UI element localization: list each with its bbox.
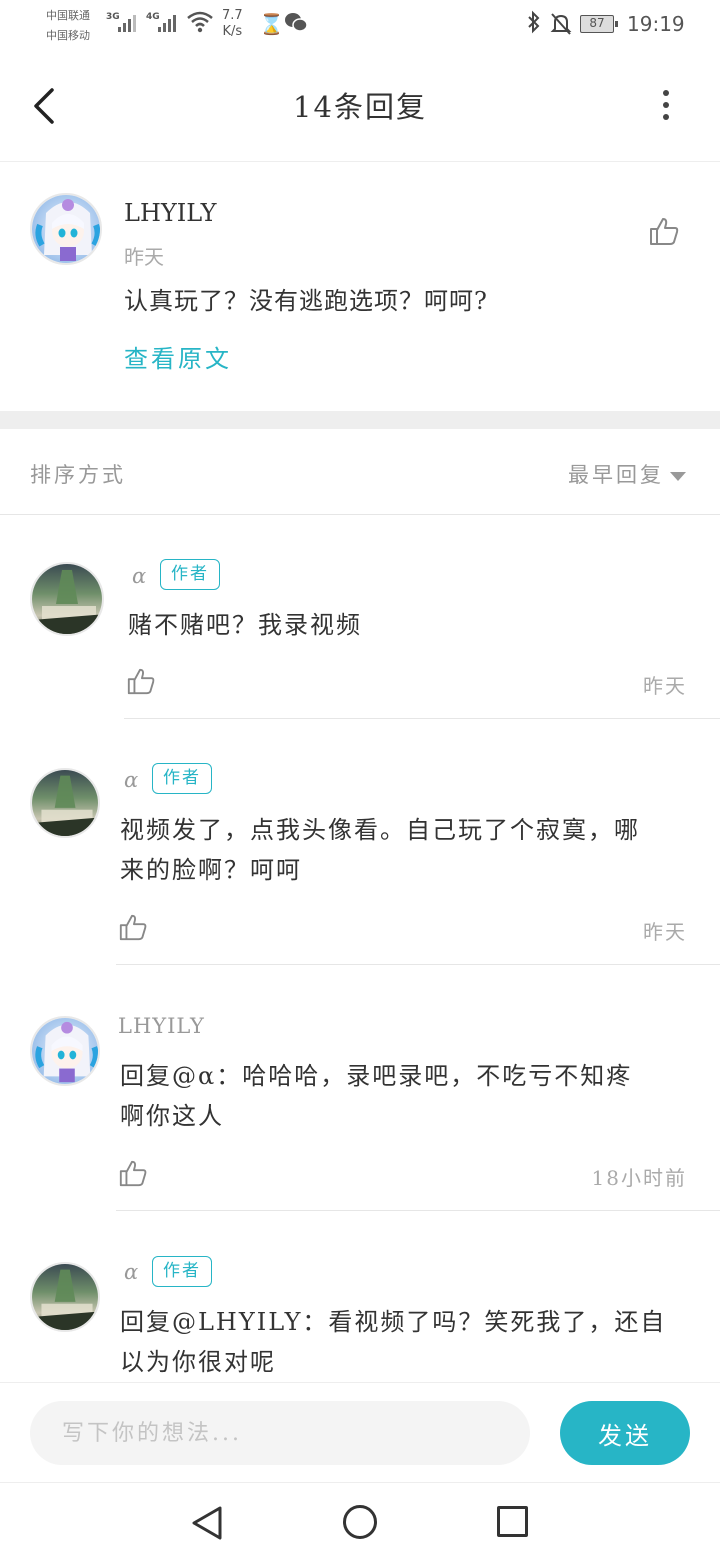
reply-text-line-2: 以为你很对呢 — [120, 1348, 276, 1376]
network-speed: 7.7 K/s — [222, 8, 243, 40]
avatar[interactable] — [30, 768, 100, 838]
post-text: 认真玩了？没有逃跑选项？呵呵? — [124, 287, 488, 315]
reply-text: 赌不赌吧？我录视频 — [128, 611, 362, 639]
author-badge: 作者 — [160, 559, 220, 590]
author-badge: 作者 — [152, 1256, 212, 1287]
divider — [116, 964, 720, 965]
view-original-link[interactable]: 查看原文 — [124, 339, 232, 374]
nav-home-icon[interactable] — [343, 1505, 377, 1539]
divider — [124, 718, 720, 719]
reply-item: α 作者 赌不赌吧？我录视频 昨天 — [0, 559, 720, 720]
signal-bars-icon — [118, 14, 140, 32]
nav-recent-icon[interactable] — [497, 1506, 528, 1537]
sort-label: 排序方式 — [30, 463, 126, 487]
like-icon[interactable] — [118, 912, 148, 942]
reply-text-line-2: 啊你这人 — [120, 1102, 224, 1130]
hourglass-icon: ⌛ — [259, 12, 284, 36]
nav-back-icon[interactable] — [190, 1505, 224, 1541]
reply-item: LHYILY 回复@α：哈哈哈，录吧录吧，不吃亏不知疼 啊你这人 18小时前 — [0, 1012, 720, 1212]
reply-time: 18小时前 — [591, 1166, 687, 1190]
bluetooth-icon — [528, 10, 540, 34]
like-icon[interactable] — [126, 666, 156, 696]
avatar[interactable] — [30, 1262, 100, 1332]
speed-unit: K/s — [222, 24, 243, 39]
avatar[interactable] — [30, 1016, 100, 1086]
carrier-labels: 中国联通 中国移动 — [46, 6, 90, 46]
speed-value: 7.7 — [222, 8, 243, 23]
reply-username[interactable]: α — [124, 1260, 138, 1284]
wechat-icon — [285, 13, 308, 32]
top-header: 14条回复 — [0, 50, 720, 162]
comment-composer: 发送 — [0, 1382, 720, 1482]
status-bar: 中国联通 中国移动 3G 4G 7.7 K/s ⌛ 87 19:19 — [0, 0, 720, 50]
wifi-icon — [187, 11, 213, 33]
reply-username[interactable]: α — [124, 768, 138, 792]
post-username[interactable]: LHYILY — [124, 199, 216, 227]
battery-indicator: 87 — [580, 15, 618, 33]
system-nav-bar — [0, 1482, 720, 1560]
reply-username[interactable]: α — [132, 564, 146, 588]
reply-text-line-1: 回复@α：哈哈哈，录吧录吧，不吃亏不知疼 — [120, 1062, 633, 1090]
status-time: 19:19 — [627, 12, 685, 36]
comment-input[interactable] — [30, 1401, 530, 1465]
mute-bell-icon — [550, 13, 572, 35]
caret-down-icon — [670, 472, 686, 481]
carrier-1: 中国联通 — [46, 9, 90, 22]
carrier-2: 中国移动 — [46, 29, 90, 42]
signal-bars-icon — [158, 14, 180, 32]
sort-bar: 排序方式 最早回复 — [0, 429, 720, 515]
reply-text-line-1: 视频发了，点我头像看。自己玩了个寂寞，哪 — [120, 816, 640, 844]
like-icon[interactable] — [118, 1158, 148, 1188]
divider — [116, 1210, 720, 1211]
avatar[interactable] — [30, 562, 104, 636]
original-post: LHYILY 昨天 认真玩了？没有逃跑选项？呵呵? 查看原文 — [0, 163, 720, 411]
sort-selected: 最早回复 — [568, 463, 664, 487]
reply-item: α 作者 回复@LHYILY：看视频了吗？笑死我了，还自 以为你很对呢 — [0, 1256, 720, 1382]
sort-dropdown[interactable]: 最早回复 — [568, 459, 686, 489]
send-button[interactable]: 发送 — [560, 1401, 690, 1465]
more-icon[interactable] — [654, 90, 678, 124]
like-icon[interactable] — [648, 215, 680, 247]
section-gap — [0, 411, 720, 429]
reply-time: 昨天 — [643, 920, 687, 944]
reply-time: 昨天 — [643, 674, 687, 698]
post-time: 昨天 — [124, 245, 164, 269]
reply-username[interactable]: LHYILY — [118, 1014, 205, 1038]
page-title: 14条回复 — [293, 90, 427, 124]
avatar[interactable] — [30, 193, 102, 265]
author-badge: 作者 — [152, 763, 212, 794]
reply-item: α 作者 视频发了，点我头像看。自己玩了个寂寞，哪 来的脸啊？呵呵 昨天 — [0, 763, 720, 966]
reply-text-line-1: 回复@LHYILY：看视频了吗？笑死我了，还自 — [120, 1308, 667, 1336]
reply-text-line-2: 来的脸啊？呵呵 — [120, 856, 302, 884]
